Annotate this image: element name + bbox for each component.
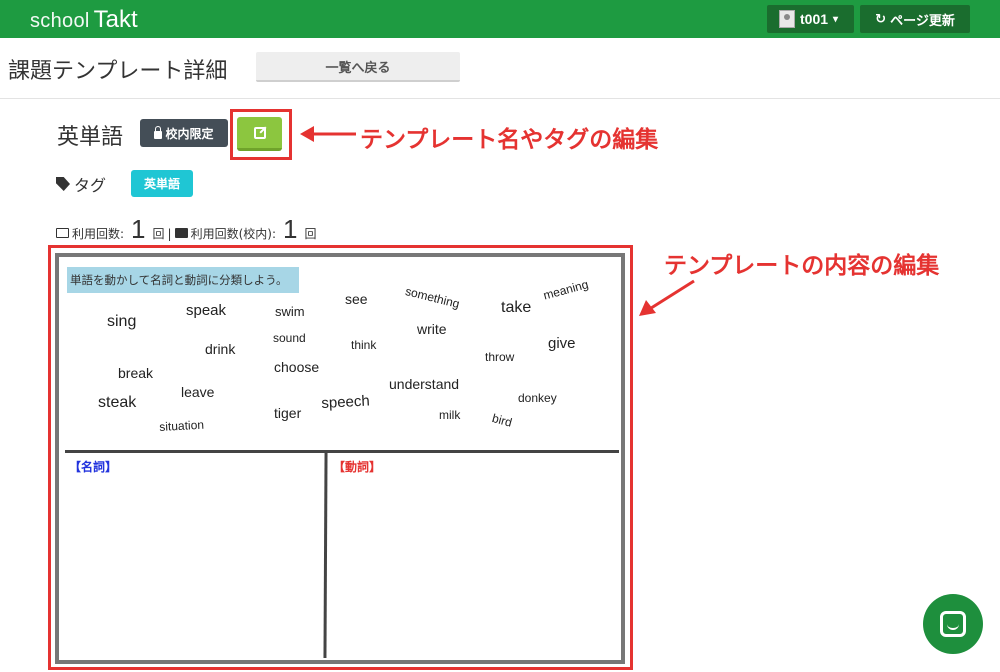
lock-icon xyxy=(154,125,163,139)
word-card[interactable]: take xyxy=(501,300,531,316)
page-title: 課題テンプレート詳細 xyxy=(8,59,228,84)
word-card[interactable]: write xyxy=(417,322,447,336)
chat-support-button[interactable] xyxy=(923,594,983,654)
school-usage-label: 利用回数(校内): xyxy=(190,227,276,241)
word-card[interactable]: milk xyxy=(439,409,460,421)
avatar xyxy=(779,10,795,28)
refresh-icon: ↻ xyxy=(875,11,887,27)
word-card[interactable]: throw xyxy=(485,351,514,363)
folder-open-icon xyxy=(56,228,69,238)
tag-icon xyxy=(56,177,70,191)
word-card[interactable]: steak xyxy=(98,395,136,411)
usage-label: 利用回数: xyxy=(72,227,125,241)
word-card[interactable]: break xyxy=(118,366,153,380)
back-to-list-button[interactable]: 一覧へ戻る xyxy=(256,52,460,82)
board-horizontal-divider xyxy=(65,450,619,453)
tag-chip[interactable]: 英単語 xyxy=(131,170,193,197)
user-menu-button[interactable]: t001 ▾ xyxy=(767,5,854,33)
usage-unit: 回 xyxy=(152,227,165,241)
page: school Takt t001 ▾ ↻ ページ更新 課題テンプレート詳細 一覧… xyxy=(0,0,1000,672)
tag-label: タグ xyxy=(56,172,106,196)
chevron-down-icon: ▾ xyxy=(833,13,839,25)
school-takt-logo[interactable]: school Takt xyxy=(30,6,138,33)
annotation-edit-content: テンプレートの内容の編集 xyxy=(664,253,940,279)
word-card[interactable]: sound xyxy=(273,332,306,344)
word-card[interactable]: speech xyxy=(321,392,370,412)
word-card[interactable]: situation xyxy=(159,418,204,434)
word-card[interactable]: think xyxy=(351,339,376,351)
annotation-arrow-down-left-icon xyxy=(639,279,695,316)
word-card[interactable]: give xyxy=(548,336,576,351)
usage-separator: | xyxy=(167,227,172,241)
user-name: t001 xyxy=(800,11,829,27)
top-navbar: school Takt t001 ▾ ↻ ページ更新 xyxy=(0,0,1000,38)
noun-area-label: 【名詞】 xyxy=(69,460,118,474)
edit-icon xyxy=(253,126,266,139)
word-card[interactable]: leave xyxy=(181,385,214,399)
tag-label-text: タグ xyxy=(74,176,107,195)
folder-icon xyxy=(174,228,188,238)
refresh-page-button[interactable]: ↻ ページ更新 xyxy=(860,5,970,33)
word-card[interactable]: sing xyxy=(107,314,136,330)
verb-area-label: 【動詞】 xyxy=(333,460,382,474)
word-card[interactable]: see xyxy=(345,292,368,306)
word-card[interactable]: tiger xyxy=(274,406,301,420)
annotation-edit-name-tags: テンプレート名やタグの編集 xyxy=(360,127,659,153)
school-usage-count: 1 xyxy=(283,214,298,244)
word-card[interactable]: choose xyxy=(274,360,319,374)
scope-badge-label: 校内限定 xyxy=(165,126,214,141)
logo-takt-text: Takt xyxy=(93,6,138,33)
word-card[interactable]: understand xyxy=(389,377,459,391)
logo-school-text: school xyxy=(30,10,90,32)
word-card[interactable]: speak xyxy=(186,303,226,318)
school-usage-unit: 回 xyxy=(304,227,317,241)
template-name: 英単語 xyxy=(57,125,124,150)
chat-icon xyxy=(940,611,966,637)
edit-template-button[interactable] xyxy=(237,117,282,151)
annotation-arrow-left-icon xyxy=(300,126,356,142)
refresh-label: ページ更新 xyxy=(890,13,955,29)
board-instruction[interactable]: 単語を動かして名詞と動詞に分類しよう。 xyxy=(67,267,299,293)
word-card[interactable]: donkey xyxy=(518,392,557,404)
divider xyxy=(0,98,1000,99)
word-card[interactable]: drink xyxy=(205,342,235,356)
scope-badge: 校内限定 xyxy=(140,119,228,147)
usage-counts: 利用回数: 1 回 | 利用回数(校内): 1 回 xyxy=(56,214,316,245)
usage-count: 1 xyxy=(131,214,146,244)
word-card[interactable]: swim xyxy=(275,305,305,318)
